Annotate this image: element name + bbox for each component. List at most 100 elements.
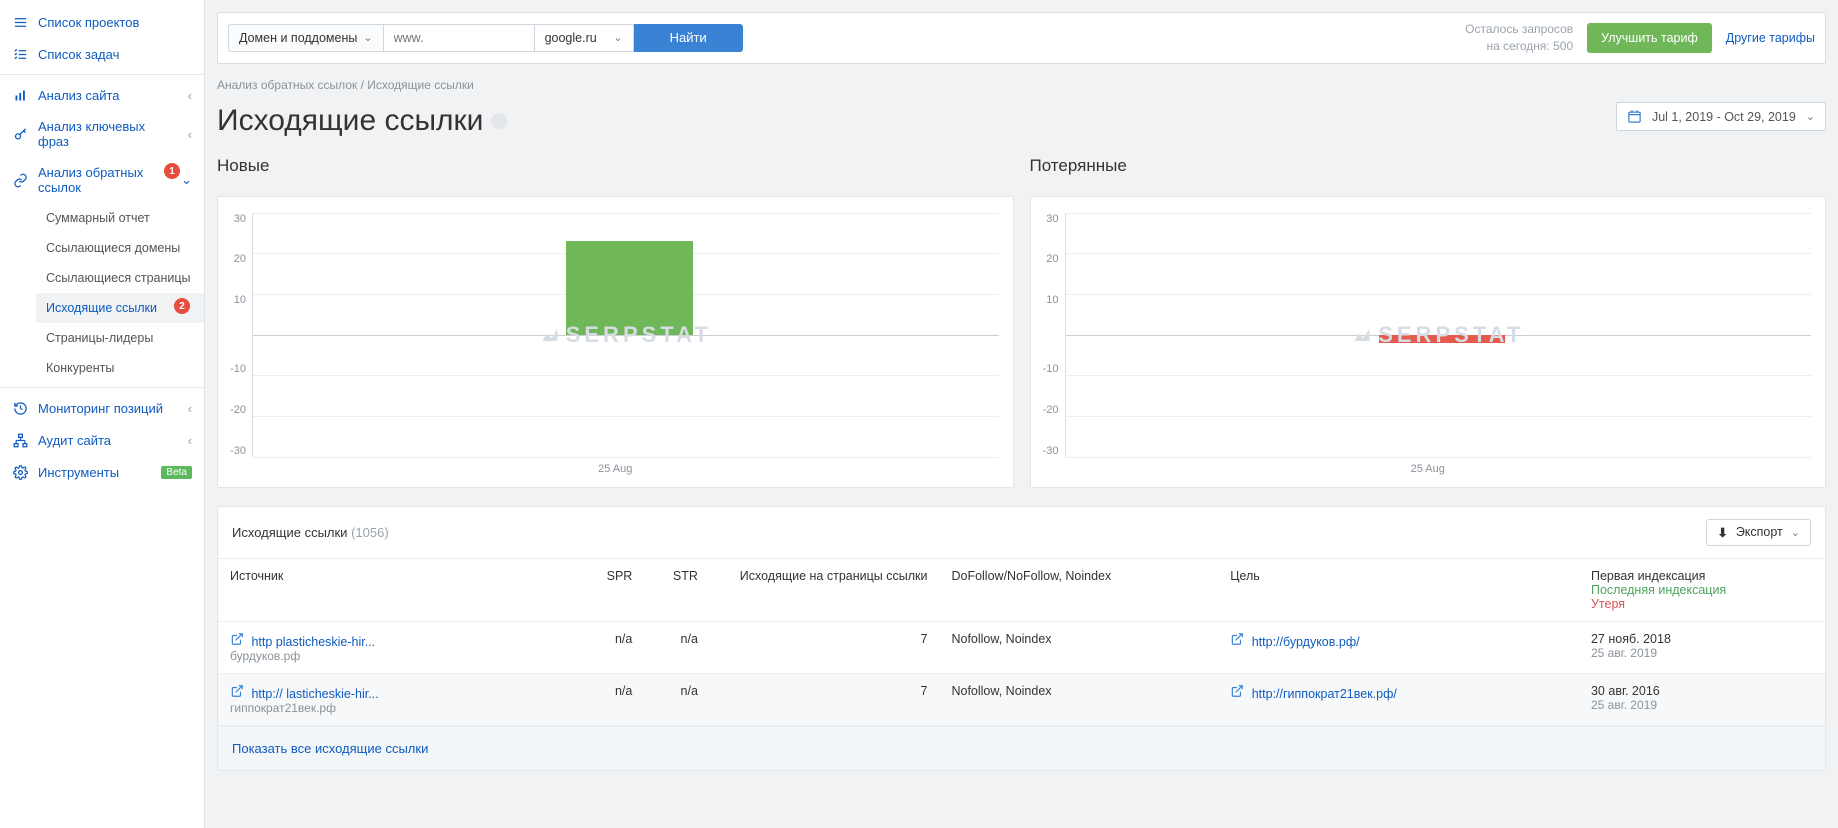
divider — [0, 387, 204, 388]
beta-badge: Beta — [161, 466, 192, 479]
cell-spr: n/a — [579, 673, 645, 725]
table-row: http:// lasticheskie-hir... гиппократ21в… — [218, 673, 1825, 725]
nav-tools-label: Инструменты — [38, 465, 151, 480]
ytick: -30 — [230, 445, 246, 457]
calendar-icon — [1627, 109, 1642, 124]
chart-new: 30 20 10 -10 -20 -30 — [217, 196, 1014, 488]
nav-rank-monitoring-label: Мониторинг позиций — [38, 401, 178, 416]
x-axis-label: 25 Aug — [218, 463, 1013, 475]
key-icon — [12, 126, 28, 142]
subnav-leader-pages[interactable]: Страницы-лидеры — [36, 323, 204, 353]
topbar: Домен и поддомены ⌄ google.ru ⌄ Найти Ос… — [217, 12, 1826, 64]
ytick: -20 — [1043, 404, 1059, 416]
nav-tools[interactable]: Инструменты Beta — [0, 456, 204, 488]
chevron-down-icon: ⌄ — [613, 31, 622, 44]
help-icon[interactable] — [491, 113, 507, 129]
source-domain: гиппократ21век.рф — [230, 701, 567, 715]
chevron-down-icon: ⌄ — [1791, 526, 1800, 539]
th-outlinks: Исходящие на страницы ссылки — [710, 558, 940, 621]
sitemap-icon — [12, 432, 28, 448]
subnav-outgoing-label: Исходящие ссылки — [46, 301, 157, 315]
upgrade-button[interactable]: Улучшить тариф — [1587, 23, 1712, 53]
ytick: 10 — [234, 294, 246, 306]
table-caption: Исходящие ссылки (1056) — [232, 525, 389, 540]
cell-last-index: 25 авг. 2019 — [1591, 698, 1813, 712]
chart-new-title: Новые — [217, 156, 1014, 176]
source-domain: бурдуков.рф — [230, 649, 567, 663]
chart-bar — [566, 241, 693, 334]
subnav-summary[interactable]: Суммарный отчет — [36, 203, 204, 233]
plot-area: SERPSTAT — [252, 213, 999, 457]
nav-tasks[interactable]: Список задач — [0, 38, 204, 70]
target-link[interactable]: http://гиппократ21век.рф/ — [1252, 687, 1397, 701]
export-button[interactable]: ⬇ Экспорт ⌄ — [1706, 519, 1811, 546]
external-link-icon — [230, 684, 244, 698]
badge-1: 1 — [164, 163, 180, 179]
outgoing-links-table: Исходящие ссылки (1056) ⬇ Экспорт ⌄ Исто… — [217, 506, 1826, 771]
chevron-down-icon: ⌄ — [363, 31, 372, 44]
chevron-down-icon: ⌄ — [181, 172, 192, 188]
ytick: 30 — [1046, 213, 1058, 225]
ytick: 30 — [234, 213, 246, 225]
nav-projects[interactable]: Список проектов — [0, 6, 204, 38]
ytick: -10 — [230, 363, 246, 375]
chart-lost: 30 20 10 -10 -20 -30 — [1030, 196, 1827, 488]
th-last-index: Последняя индексация — [1591, 583, 1813, 597]
find-button[interactable]: Найти — [634, 24, 743, 52]
cell-first-index: 27 нояб. 2018 — [1591, 632, 1813, 646]
th-str: STR — [644, 558, 710, 621]
subnav-ref-domains[interactable]: Ссылающиеся домены — [36, 233, 204, 263]
table-header-row: Источник SPR STR Исходящие на страницы с… — [218, 558, 1825, 621]
cell-spr: n/a — [579, 621, 645, 673]
cell-out: 7 — [710, 673, 940, 725]
cell-str: n/a — [644, 673, 710, 725]
cell-str: n/a — [644, 621, 710, 673]
cell-last-index: 25 авг. 2019 — [1591, 646, 1813, 660]
nav-keyword-analysis-label: Анализ ключевых фраз — [38, 119, 178, 149]
date-range-picker[interactable]: Jul 1, 2019 - Oct 29, 2019 ⌄ — [1616, 102, 1826, 131]
nav-projects-label: Список проектов — [38, 15, 192, 30]
ytick: -30 — [1043, 445, 1059, 457]
other-tariffs-link[interactable]: Другие тарифы — [1726, 31, 1815, 45]
external-link-icon — [230, 632, 244, 646]
target-link[interactable]: http://бурдуков.рф/ — [1252, 635, 1360, 649]
source-link[interactable]: http plasticheskie-hir... — [251, 635, 375, 649]
chevron-left-icon: ‹ — [188, 88, 192, 103]
source-link[interactable]: http:// lasticheskie-hir... — [251, 687, 378, 701]
table-row: http plasticheskie-hir... бурдуков.рф n/… — [218, 621, 1825, 673]
search-engine-label: google.ru — [545, 31, 597, 45]
search-engine-select[interactable]: google.ru ⌄ — [534, 24, 634, 52]
nav-backlink-analysis-label: Анализ обратных ссылок — [38, 165, 171, 195]
nav-backlink-analysis[interactable]: Анализ обратных ссылок 1 ⌄ — [0, 157, 204, 203]
chart-lost-title: Потерянные — [1030, 156, 1827, 176]
show-all-link[interactable]: Показать все исходящие ссылки — [218, 726, 1825, 770]
subnav-competitors[interactable]: Конкуренты — [36, 353, 204, 383]
th-first-index: Первая индексация — [1591, 569, 1813, 583]
subnav-ref-pages[interactable]: Ссылающиеся страницы — [36, 263, 204, 293]
ytick: 10 — [1046, 294, 1058, 306]
breadcrumb: Анализ обратных ссылок / Исходящие ссылк… — [217, 78, 1826, 92]
th-target: Цель — [1218, 558, 1579, 621]
subnav-outgoing-links[interactable]: Исходящие ссылки 2 — [36, 293, 204, 323]
page-title-text: Исходящие ссылки — [217, 104, 483, 138]
chevron-left-icon: ‹ — [188, 433, 192, 448]
sidebar: Список проектов Список задач Анализ сайт… — [0, 0, 205, 828]
nav-tasks-label: Список задач — [38, 47, 192, 62]
th-spr: SPR — [579, 558, 645, 621]
ytick: -10 — [1043, 363, 1059, 375]
chevron-down-icon: ⌄ — [1806, 110, 1815, 123]
main: Домен и поддомены ⌄ google.ru ⌄ Найти Ос… — [205, 0, 1838, 828]
external-link-icon — [1230, 684, 1244, 698]
nav-keyword-analysis[interactable]: Анализ ключевых фраз ‹ — [0, 111, 204, 157]
nav-site-analysis[interactable]: Анализ сайта ‹ — [0, 79, 204, 111]
scope-select[interactable]: Домен и поддомены ⌄ — [228, 24, 384, 52]
th-indexing: Первая индексация Последняя индексация У… — [1579, 558, 1825, 621]
bars-icon — [12, 87, 28, 103]
th-follow: DoFollow/NoFollow, Noindex — [939, 558, 1218, 621]
ytick: 20 — [1046, 253, 1058, 265]
url-input[interactable] — [384, 24, 534, 52]
charts-row: 30 20 10 -10 -20 -30 — [217, 196, 1826, 488]
nav-site-audit[interactable]: Аудит сайта ‹ — [0, 424, 204, 456]
nav-rank-monitoring[interactable]: Мониторинг позиций ‹ — [0, 392, 204, 424]
remaining-line2: на сегодня: 500 — [1465, 38, 1573, 55]
